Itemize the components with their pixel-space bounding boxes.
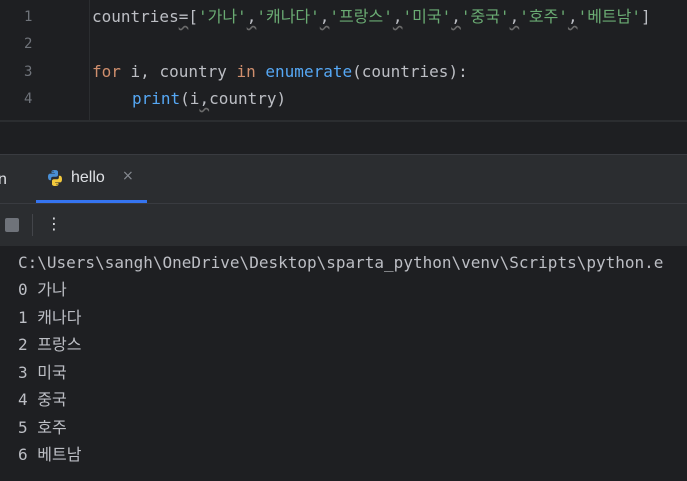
code-token: countries — [92, 7, 179, 26]
code-token: , — [509, 7, 520, 26]
tab-label: hello — [71, 169, 105, 186]
console-line: 3 미국 — [18, 363, 67, 382]
console-line: C:\Users\sangh\OneDrive\Desktop\sparta_p… — [18, 253, 664, 272]
code-string: '호주' — [519, 7, 568, 26]
run-toolwindow-title: n — [0, 171, 7, 188]
code-token: , — [567, 7, 578, 26]
toolbar-divider — [32, 214, 33, 236]
code-line-3[interactable]: for i, country in enumerate(countries): — [92, 62, 468, 82]
code-string: '미국' — [402, 7, 452, 26]
code-token: [ — [188, 7, 198, 26]
code-token: (countries): — [352, 62, 468, 81]
code-token: (i — [180, 89, 200, 108]
stop-icon[interactable] — [5, 218, 19, 232]
code-token: , — [199, 89, 210, 108]
code-string: '프랑스' — [329, 7, 393, 26]
gutter-divider — [89, 0, 90, 120]
code-string: '중국' — [460, 7, 510, 26]
editor-empty-area — [0, 122, 687, 154]
console-line: 5 호주 — [18, 418, 67, 437]
code-token: = — [178, 7, 189, 26]
console-line: 2 프랑스 — [18, 335, 82, 354]
console-line: 1 캐나다 — [18, 308, 82, 327]
run-toolwindow-header: n hello × — [0, 154, 687, 203]
run-toolbar: ⋮ — [0, 203, 687, 246]
code-keyword: in — [236, 62, 256, 81]
more-options-icon[interactable]: ⋮ — [46, 214, 62, 234]
code-keyword: for — [92, 62, 121, 81]
code-token: country) — [209, 89, 287, 108]
code-token: i, country — [120, 62, 237, 81]
code-builtin: print — [132, 89, 181, 108]
console-line: 0 가나 — [18, 280, 67, 299]
code-token: , — [451, 7, 461, 26]
tab-hello[interactable]: hello × — [36, 155, 147, 203]
code-string: '베트남' — [577, 7, 642, 26]
python-icon — [48, 170, 62, 186]
code-line-1[interactable]: countries=['가나','캐나다','프랑스','미국','중국','호… — [92, 7, 651, 27]
line-number: 2 — [24, 36, 33, 52]
console-output[interactable]: C:\Users\sangh\OneDrive\Desktop\sparta_p… — [0, 246, 687, 481]
code-token: , — [392, 7, 403, 26]
code-token: , — [319, 7, 330, 26]
code-builtin: enumerate — [265, 62, 353, 81]
line-number: 3 — [24, 64, 33, 80]
code-string: '캐나다' — [256, 7, 320, 26]
code-string: '가나' — [197, 7, 247, 26]
console-line: 4 중국 — [18, 390, 67, 409]
code-editor[interactable]: 1 2 3 4 countries=['가나','캐나다','프랑스','미국'… — [0, 0, 687, 120]
console-line: 6 베트남 — [18, 445, 82, 464]
line-number: 1 — [24, 9, 33, 25]
code-line-4[interactable]: print(i,country) — [132, 89, 286, 109]
code-token: ] — [641, 7, 651, 26]
code-token: , — [246, 7, 257, 26]
close-icon[interactable]: × — [122, 168, 134, 184]
line-number: 4 — [24, 91, 33, 107]
